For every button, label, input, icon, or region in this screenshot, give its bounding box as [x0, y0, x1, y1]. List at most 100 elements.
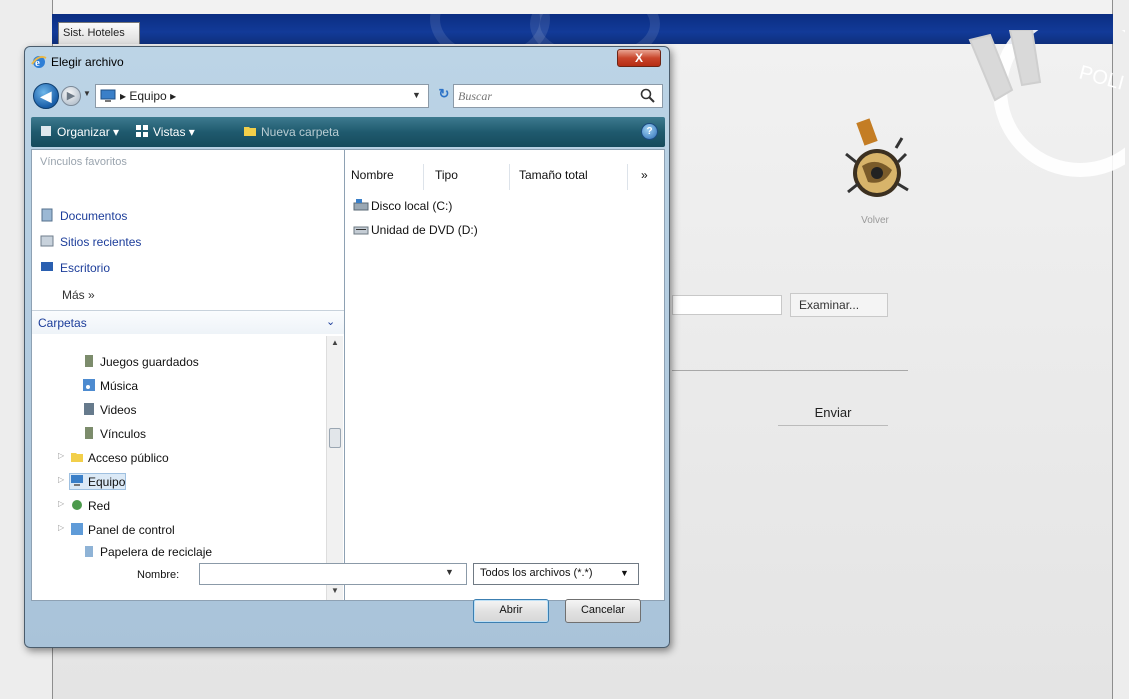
tree-item-papelera[interactable]: Papelera de reciclaje: [82, 544, 212, 559]
file-type-value: Todos los archivos (*.*): [480, 567, 593, 579]
favorite-documentos[interactable]: Documentos: [40, 208, 127, 223]
breadcrumb-equipo[interactable]: Equipo: [129, 89, 166, 103]
help-icon[interactable]: ?: [641, 123, 658, 140]
control-panel-icon: [71, 523, 83, 535]
column-separator[interactable]: [423, 164, 424, 190]
chevron-down-icon[interactable]: ▼: [620, 568, 629, 578]
favorites-header: Vínculos favoritos: [40, 156, 127, 168]
videos-icon: [84, 403, 94, 415]
banner-watermark: [410, 14, 670, 44]
favorite-label: Escritorio: [60, 261, 111, 275]
favorite-label: Documentos: [60, 209, 128, 223]
recent-places-icon: [40, 235, 54, 247]
filename-dropdown-icon[interactable]: ▼: [445, 567, 454, 577]
hard-drive-icon: [353, 199, 369, 211]
tree-item-vinculos[interactable]: Vínculos: [82, 426, 146, 441]
forward-arrow-icon[interactable]: ▶: [61, 86, 81, 106]
refresh-icon[interactable]: ↻: [435, 86, 453, 104]
search-icon[interactable]: [640, 88, 656, 104]
history-dropdown-icon[interactable]: ▼: [83, 89, 91, 98]
dialog-titlebar[interactable]: e Elegir archivo X: [25, 47, 669, 77]
column-tipo[interactable]: Tipo: [435, 168, 458, 182]
views-menu[interactable]: Vistas ▾: [135, 124, 195, 139]
badge-text: POLI: [1077, 62, 1125, 95]
tree-item-videos[interactable]: Videos: [82, 402, 136, 417]
tree-item-label: Equipo: [88, 475, 126, 489]
address-field[interactable]: ▸ Equipo ▸ ▼: [95, 84, 429, 108]
new-folder-button[interactable]: Nueva carpeta: [243, 124, 339, 139]
column-tamano-total[interactable]: Tamaño total: [519, 168, 588, 182]
file-item-label: Unidad de DVD (D:): [371, 223, 478, 237]
file-path-field[interactable]: [672, 295, 782, 315]
file-type-select[interactable]: Todos los archivos (*.*) ▼: [473, 563, 639, 585]
expand-arrow-icon[interactable]: ▷: [58, 499, 64, 508]
police-badge-icon: POLI: [968, 30, 1125, 177]
tree-item-label: Red: [88, 499, 111, 513]
enviar-button[interactable]: Enviar: [778, 402, 888, 426]
cancel-button[interactable]: Cancelar: [565, 599, 641, 623]
folder-icon: [71, 453, 83, 462]
tree-item-red[interactable]: ▷ Red: [58, 498, 111, 513]
tree-item-label: Papelera de reciclaje: [100, 545, 213, 559]
tree-item-juegos-guardados[interactable]: Juegos guardados: [82, 354, 199, 369]
close-button[interactable]: X: [617, 49, 661, 67]
globe-icon: [845, 118, 909, 197]
scroll-down-icon[interactable]: ▼: [331, 586, 339, 595]
search-input[interactable]: [458, 88, 628, 104]
filename-input[interactable]: [199, 563, 467, 585]
favorite-label: Sitios recientes: [60, 235, 142, 249]
tree-item-acceso-publico[interactable]: ▷ Acceso público: [58, 450, 169, 465]
tree-item-panel-de-control[interactable]: ▷ Panel de control: [58, 522, 175, 537]
examinar-button[interactable]: Examinar...: [790, 293, 888, 317]
address-dropdown-icon[interactable]: ▼: [412, 90, 421, 100]
tree-scrollbar[interactable]: ▲ ▼: [326, 336, 343, 600]
scroll-thumb[interactable]: [329, 428, 341, 448]
column-nombre[interactable]: Nombre: [351, 168, 394, 182]
ie-icon: e: [31, 55, 47, 69]
chevron-down-icon[interactable]: ⌄: [326, 315, 335, 328]
expand-arrow-icon[interactable]: ▷: [58, 451, 64, 460]
address-bar-row: ◀ ▶ ▼ ▸ Equipo ▸ ▼ ↻: [31, 81, 665, 111]
expand-arrow-icon[interactable]: ▷: [58, 523, 64, 532]
expand-arrow-icon[interactable]: ▷: [58, 475, 64, 484]
column-separator[interactable]: [509, 164, 510, 190]
back-arrow-icon[interactable]: ◀: [33, 83, 59, 109]
tree-item-equipo[interactable]: ▷ Equipo: [58, 473, 127, 490]
favorite-sitios-recientes[interactable]: Sitios recientes: [40, 234, 141, 249]
views-icon: [136, 125, 148, 137]
volver-label: Volver: [861, 215, 889, 226]
file-dialog: e Elegir archivo X ◀ ▶ ▼ ▸ Equipo ▸ ▼ ↻: [24, 46, 670, 648]
folders-header[interactable]: Carpetas ⌄: [32, 310, 344, 334]
more-columns-icon[interactable]: »: [641, 168, 648, 182]
organize-label: Organizar: [57, 125, 110, 139]
more-link[interactable]: Más »: [62, 288, 95, 302]
column-separator[interactable]: [627, 164, 628, 190]
tree-item-musica[interactable]: Música: [82, 378, 138, 393]
command-toolbar: Organizar ▾ Vistas ▾ Nueva carpeta ?: [31, 117, 665, 147]
new-folder-label: Nueva carpeta: [261, 125, 340, 139]
dialog-title: Elegir archivo: [51, 55, 124, 69]
computer-icon: [71, 475, 83, 486]
organize-menu[interactable]: Organizar ▾: [39, 124, 119, 139]
music-icon: [83, 379, 95, 391]
file-item-unidad-dvd[interactable]: Unidad de DVD (D:): [353, 222, 478, 237]
open-button[interactable]: Abrir: [473, 599, 549, 623]
views-label: Vistas: [153, 125, 186, 139]
folder-icon: [244, 127, 256, 136]
tree-item-label: Videos: [100, 403, 137, 417]
tree-item-label: Panel de control: [88, 523, 175, 537]
volver-link[interactable]: Volver: [830, 118, 920, 228]
documents-icon: [41, 208, 53, 222]
search-box[interactable]: [453, 84, 663, 108]
name-label: Nombre:: [137, 569, 180, 581]
favorite-escritorio[interactable]: Escritorio: [40, 260, 110, 275]
navigation-pane: Vínculos favoritos Documentos Sitios rec…: [31, 149, 345, 601]
dvd-drive-icon: [353, 226, 369, 235]
file-list-pane: Nombre Tipo Tamaño total » Disco local (…: [345, 149, 665, 601]
folders-label: Carpetas: [38, 316, 87, 330]
breadcrumb[interactable]: ▸ Equipo ▸: [120, 89, 176, 103]
tree-item-label: Vínculos: [100, 427, 147, 441]
file-item-disco-local[interactable]: Disco local (C:): [353, 198, 452, 213]
tab-sist-hoteles[interactable]: Sist. Hoteles: [58, 22, 140, 44]
scroll-up-icon[interactable]: ▲: [331, 338, 339, 347]
